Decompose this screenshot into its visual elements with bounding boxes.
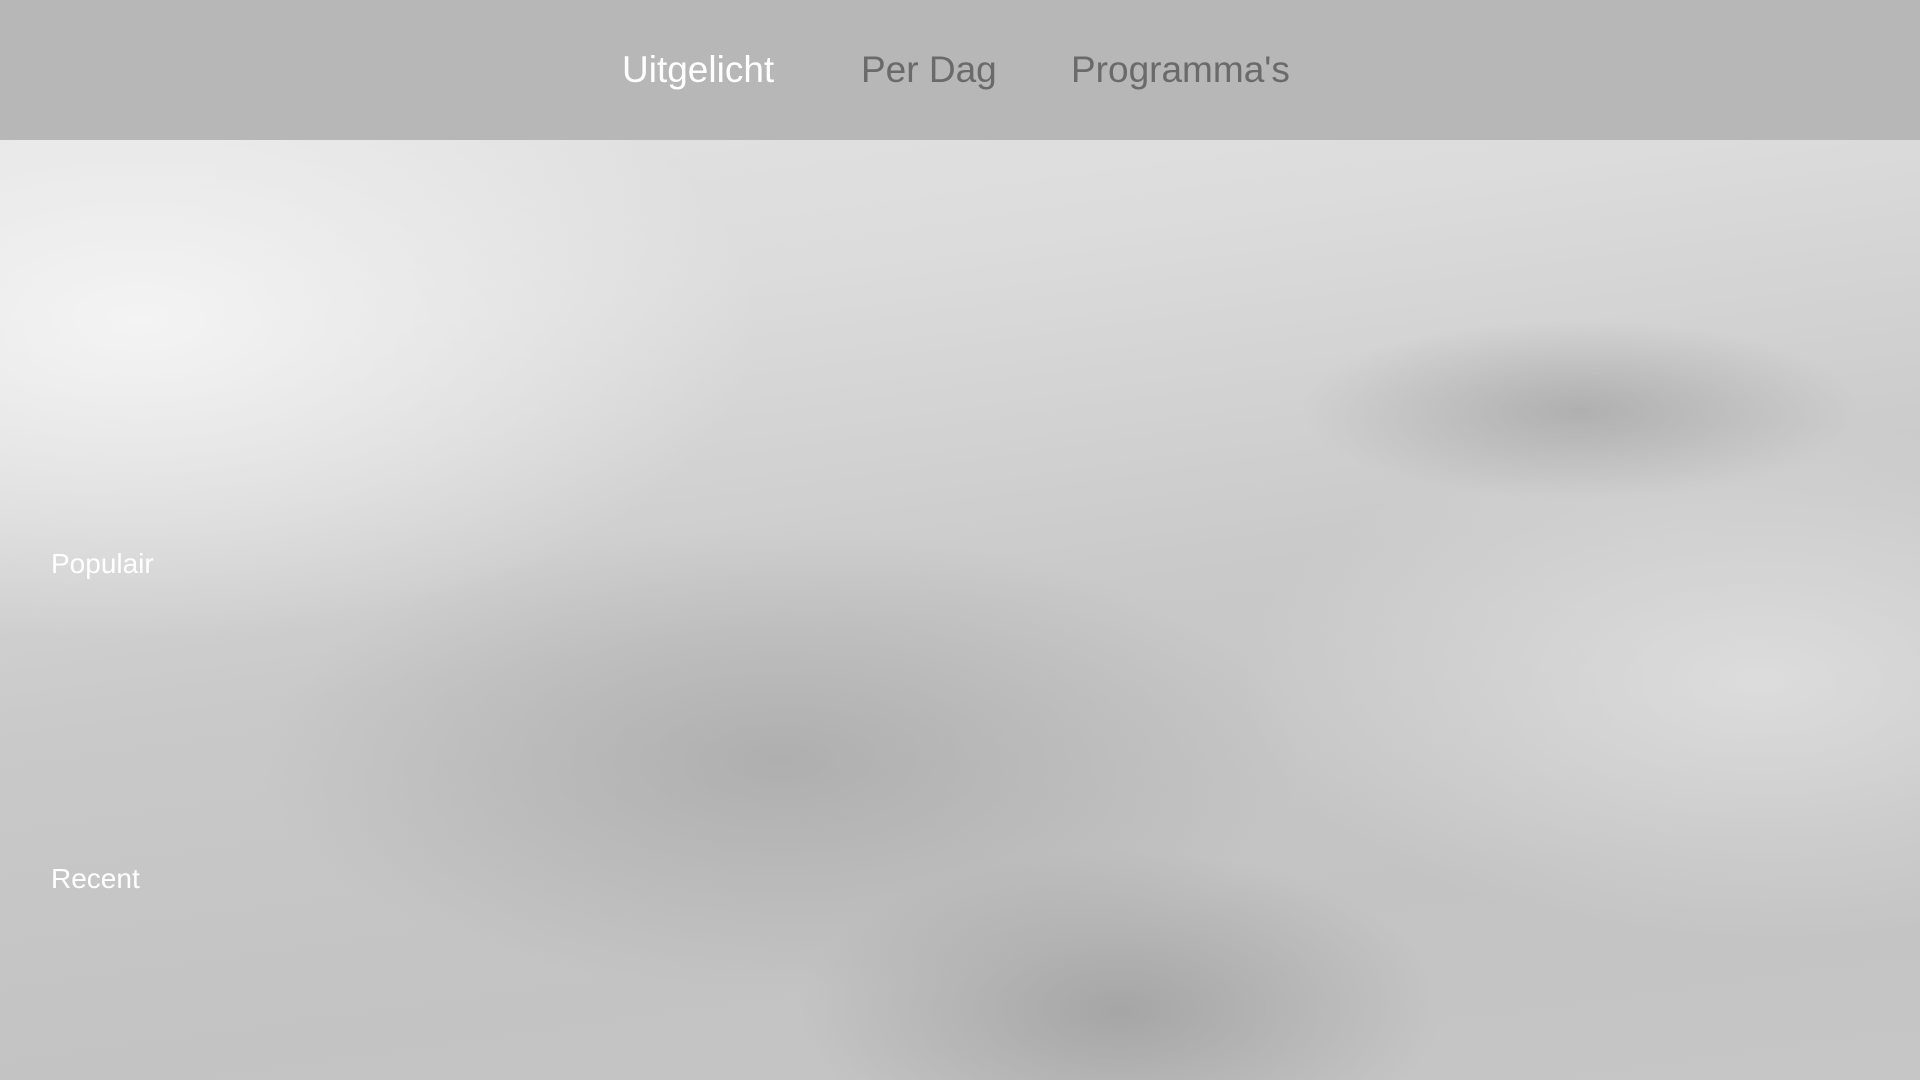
- section-title-populair: Populair: [51, 548, 154, 579]
- tab-per-dag[interactable]: Per Dag: [861, 44, 997, 96]
- tab-programmas[interactable]: Programma's: [1071, 44, 1290, 96]
- top-navigation-bar: Uitgelicht Per Dag Programma's: [0, 0, 1920, 140]
- tab-uitgelicht[interactable]: Uitgelicht: [622, 44, 774, 96]
- section-title-recent: Recent: [51, 863, 140, 894]
- blurred-background: [0, 0, 1920, 1080]
